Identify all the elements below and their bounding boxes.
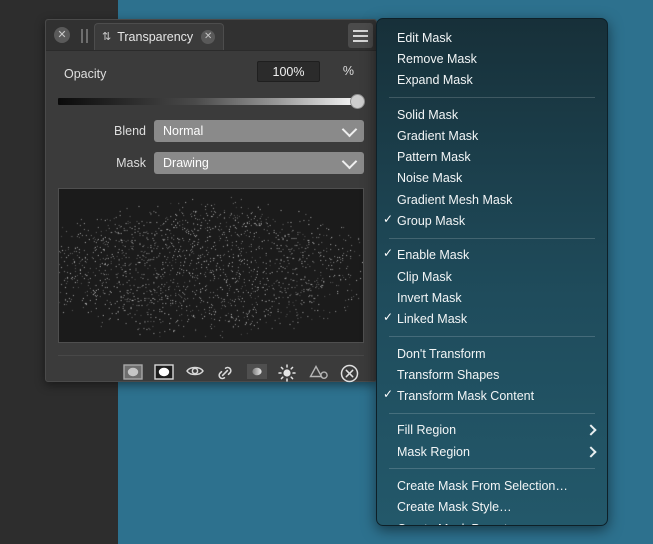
eye-visibility-icon[interactable]: [185, 364, 205, 382]
menu-item[interactable]: Edit Mask: [377, 27, 607, 48]
opacity-row: Opacity 100% %: [58, 61, 364, 91]
menu-item[interactable]: Pattern Mask: [377, 146, 607, 167]
menu-separator: [389, 468, 595, 470]
opacity-input[interactable]: 100%: [257, 61, 320, 82]
shapes-icon[interactable]: [309, 364, 329, 382]
menu-item[interactable]: ✓ Linked Mask: [377, 309, 607, 330]
blend-row: Blend Normal: [58, 119, 364, 143]
menu-item-label: Remove Mask: [397, 51, 477, 66]
menu-item[interactable]: Gradient Mesh Mask: [377, 189, 607, 210]
menu-item[interactable]: Solid Mask: [377, 104, 607, 125]
menu-item-label: Gradient Mesh Mask: [397, 192, 513, 207]
menu-separator: [389, 96, 595, 98]
panel-body: Opacity 100% % Blend Normal Mask Drawing: [46, 61, 376, 383]
mask-preview[interactable]: [58, 188, 364, 343]
check-icon: ✓: [383, 212, 394, 227]
menu-item-label: Edit Mask: [397, 30, 452, 45]
app-root: ✕ ⇅ Transparency ✕ Opacity 100% % Blend …: [0, 0, 653, 544]
mask-thumbnail-icon[interactable]: [123, 364, 143, 382]
menu-item-label: Create Mask From Selection…: [397, 478, 568, 493]
menu-item-label: Fill Region: [397, 423, 457, 438]
menu-item-label: Solid Mask: [397, 107, 459, 122]
menu-item-label: Mask Region: [397, 444, 470, 459]
menu-item[interactable]: Expand Mask: [377, 70, 607, 91]
panel-titlebar: ✕ ⇅ Transparency ✕: [46, 20, 376, 51]
opacity-slider[interactable]: [58, 93, 365, 111]
menu-item[interactable]: Mask Region: [377, 441, 607, 462]
menu-item-label: Noise Mask: [397, 171, 463, 186]
menu-item-label: Create Mask Style…: [397, 500, 512, 515]
chevron-down-icon: [341, 153, 358, 170]
menu-item[interactable]: Create Mask Style…: [377, 497, 607, 518]
mask-label: Mask: [116, 156, 146, 170]
menu-item[interactable]: ✓ Transform Mask Content: [377, 385, 607, 406]
menu-item-label: Clip Mask: [397, 269, 452, 284]
submenu-arrow-icon: [585, 424, 597, 437]
chevron-down-icon: [341, 121, 358, 138]
link-chain-icon[interactable]: [216, 364, 236, 382]
opacity-unit-label: %: [342, 64, 354, 78]
chevron-updown-icon: ⇅: [102, 30, 112, 43]
menu-item[interactable]: Noise Mask: [377, 168, 607, 189]
menu-item-label: Create Mask Preset…: [397, 522, 520, 525]
menu-item[interactable]: Create Mask From Selection…: [377, 475, 607, 496]
check-icon: ✓: [383, 310, 394, 325]
menu-item[interactable]: ✓ Group Mask: [377, 210, 607, 231]
tab-transparency[interactable]: ⇅ Transparency ✕: [94, 23, 225, 50]
menu-item-label: Transform Shapes: [397, 367, 500, 382]
menu-item[interactable]: Fill Region: [377, 420, 607, 441]
menu-separator: [389, 237, 595, 239]
menu-item[interactable]: Invert Mask: [377, 287, 607, 308]
tab-close-icon[interactable]: ✕: [201, 30, 216, 44]
menu-item[interactable]: Gradient Mask: [377, 125, 607, 146]
menu-item-label: Expand Mask: [397, 73, 473, 88]
menu-item[interactable]: Remove Mask: [377, 48, 607, 69]
mask-context-menu: Edit Mask Remove Mask Expand Mask Solid Mas…: [376, 18, 608, 526]
menu-item-label: Gradient Mask: [397, 128, 479, 143]
blend-dropdown[interactable]: Normal: [154, 120, 364, 142]
menu-item-label: Don't Transform: [397, 346, 486, 361]
menu-item-label: Group Mask: [397, 214, 466, 229]
panel-close-button[interactable]: ✕: [54, 27, 70, 43]
mask-value: Drawing: [163, 156, 209, 170]
mask-preview-icon[interactable]: [154, 364, 174, 382]
opacity-label: Opacity: [64, 67, 107, 81]
submenu-arrow-icon: [585, 446, 597, 458]
blend-value: Normal: [163, 124, 204, 138]
mask-row: Mask Drawing: [58, 151, 364, 175]
opacity-slider-track: [58, 98, 364, 105]
mask-toolbar: [46, 356, 376, 383]
menu-item[interactable]: Clip Mask: [377, 266, 607, 287]
transparency-panel: ✕ ⇅ Transparency ✕ Opacity 100% % Blend …: [45, 19, 377, 383]
mask-preview-noise: [59, 189, 363, 342]
delete-circle-icon[interactable]: [340, 364, 360, 383]
panel-grip-handle[interactable]: [78, 28, 90, 43]
check-icon: ✓: [383, 246, 394, 261]
menu-item-label: Invert Mask: [397, 290, 462, 305]
menu-item-label: Enable Mask: [397, 248, 470, 263]
panel-menu-button[interactable]: [348, 23, 373, 48]
blend-label: Blend: [114, 124, 146, 138]
opacity-slider-knob[interactable]: [350, 94, 365, 109]
menu-item[interactable]: Create Mask Preset…: [377, 518, 607, 525]
menu-item[interactable]: ✓ Enable Mask: [377, 245, 607, 266]
mask-gradient-icon[interactable]: [247, 364, 267, 382]
mask-dropdown[interactable]: Drawing: [154, 152, 364, 174]
menu-separator: [389, 412, 595, 414]
menu-item-label: Linked Mask: [397, 312, 468, 327]
brightness-icon[interactable]: [278, 364, 298, 382]
menu-separator: [389, 335, 595, 337]
tab-label: Transparency: [117, 30, 194, 44]
check-icon: ✓: [383, 387, 394, 402]
menu-item[interactable]: Don't Transform: [377, 343, 607, 364]
menu-item[interactable]: Transform Shapes: [377, 364, 607, 385]
menu-item-label: Transform Mask Content: [397, 389, 535, 404]
menu-item-label: Pattern Mask: [397, 150, 471, 165]
